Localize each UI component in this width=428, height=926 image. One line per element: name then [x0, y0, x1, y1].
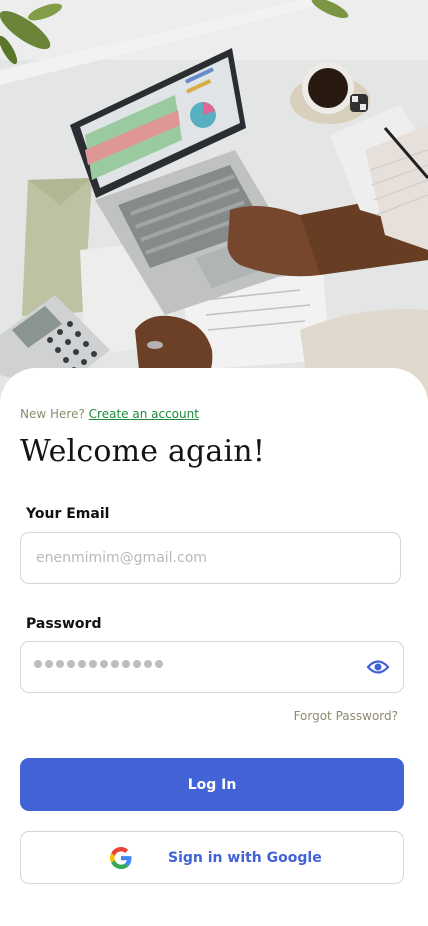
login-button[interactable]: Log In	[20, 758, 404, 811]
password-field[interactable]	[20, 641, 404, 693]
password-dot	[45, 660, 53, 668]
password-dot	[100, 660, 108, 668]
password-dot	[122, 660, 130, 668]
password-dot	[111, 660, 119, 668]
eye-icon[interactable]	[367, 657, 389, 677]
google-icon	[110, 847, 132, 869]
password-dot	[67, 660, 75, 668]
email-input[interactable]	[36, 533, 356, 583]
password-dot	[78, 660, 86, 668]
password-dot	[34, 660, 42, 668]
password-dot	[89, 660, 97, 668]
new-here-text: New Here?	[20, 407, 85, 421]
google-signin-button[interactable]: Sign in with Google	[20, 831, 404, 884]
forgot-password-link[interactable]: Forgot Password?	[294, 709, 398, 723]
create-account-link[interactable]: Create an account	[89, 407, 199, 421]
password-dot	[155, 660, 163, 668]
signup-prompt: New Here? Create an account	[20, 407, 199, 421]
password-dot	[144, 660, 152, 668]
login-sheet: New Here? Create an account Welcome agai…	[0, 368, 428, 926]
password-dot	[56, 660, 64, 668]
password-label: Password	[26, 616, 102, 632]
hero-image	[0, 0, 428, 400]
email-label: Your Email	[26, 506, 110, 522]
password-dot	[133, 660, 141, 668]
password-mask	[34, 660, 163, 668]
page-title: Welcome again!	[20, 434, 266, 469]
email-field-container	[20, 532, 401, 584]
google-signin-label: Sign in with Google	[168, 850, 322, 866]
